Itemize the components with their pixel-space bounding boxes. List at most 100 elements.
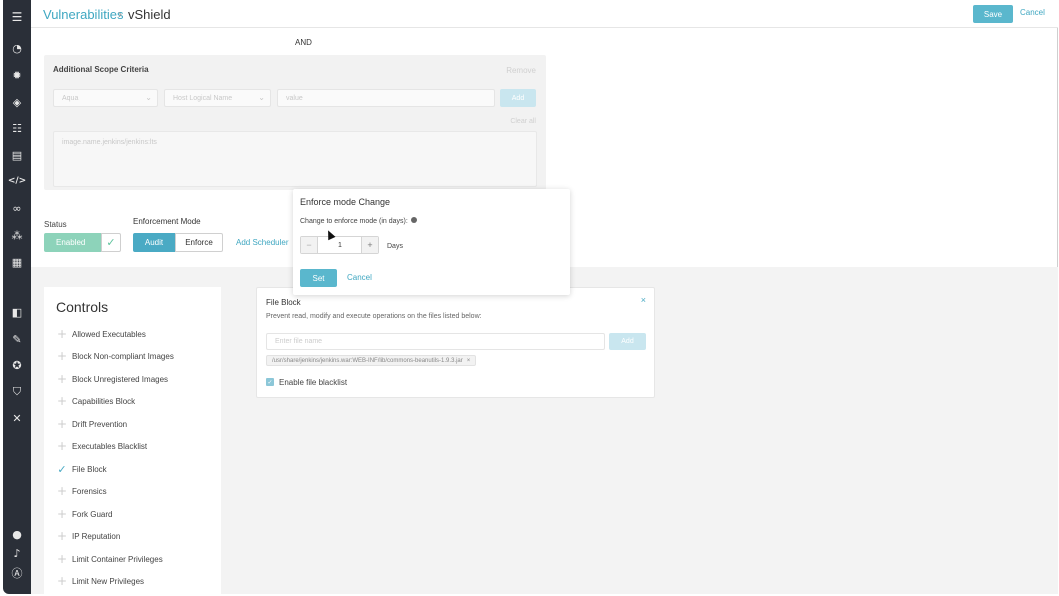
save-button[interactable]: Save — [973, 5, 1013, 23]
control-item[interactable]: + Drift Prevention — [56, 416, 127, 432]
check-icon[interactable]: ✓ — [101, 233, 121, 252]
page-title: vShield — [128, 7, 171, 22]
plus-icon: + — [56, 507, 68, 521]
mode-audit-button[interactable]: Audit — [133, 233, 175, 252]
status-value: Enabled — [44, 233, 101, 252]
control-item[interactable]: + Limit Container Privileges — [56, 551, 163, 567]
bell-icon[interactable]: ♪ — [3, 543, 31, 563]
plus-icon: + — [56, 439, 68, 453]
file-block-title: File Block — [266, 298, 301, 307]
plus-icon: + — [56, 484, 68, 498]
scope-attribute-select[interactable]: Host Logical Name ⌄ — [164, 89, 271, 107]
days-input[interactable]: 1 — [318, 237, 362, 253]
popup-title: Enforce mode Change — [300, 197, 391, 207]
control-item[interactable]: + Limit New Privileges — [56, 573, 144, 589]
link-icon[interactable]: ∞ — [3, 198, 31, 218]
control-label: Allowed Executables — [72, 329, 146, 339]
control-label: Forensics — [72, 486, 107, 496]
mode-enforce-button[interactable]: Enforce — [175, 233, 223, 252]
status-toggle[interactable]: Enabled ✓ — [44, 233, 121, 252]
layers-icon[interactable]: ◈ — [3, 92, 31, 112]
set-button[interactable]: Set — [300, 269, 337, 287]
plus-icon: + — [56, 552, 68, 566]
control-label: Fork Guard — [72, 509, 113, 519]
scope-add-button[interactable]: Add — [500, 89, 536, 107]
sidebar: ☰ ◔ ✹ ◈ ☷ ▤ </> ∞ ⁂ ▦ ◧ ✎ ✪ ⛉ ✕ ● ♪ Ⓐ — [3, 0, 31, 594]
days-label: Days — [387, 243, 403, 250]
scope-attribute-value: Host Logical Name — [173, 95, 233, 102]
file-block-card: File Block × Prevent read, modify and ex… — [256, 287, 655, 398]
and-label: AND — [295, 38, 312, 47]
scope-category-select[interactable]: Aqua ⌄ — [53, 89, 158, 107]
additional-scope-panel: Additional Scope Criteria Remove Aqua ⌄ … — [44, 55, 546, 190]
control-item[interactable]: + Block Unregistered Images — [56, 371, 168, 387]
control-label: File Block — [72, 464, 107, 474]
control-item[interactable]: + Allowed Executables — [56, 326, 146, 342]
enforce-mode-popup: Enforce mode Change Change to enforce mo… — [293, 189, 570, 295]
scope-title: Additional Scope Criteria — [53, 65, 149, 74]
control-label: Executables Blacklist — [72, 441, 148, 451]
storage-icon[interactable]: ▤ — [3, 145, 31, 165]
menu-icon[interactable]: ☰ — [3, 7, 31, 27]
plus-icon: + — [56, 349, 68, 363]
scope-value-input[interactable]: value — [277, 89, 495, 107]
control-item[interactable]: + Fork Guard — [56, 506, 113, 522]
info-icon — [410, 217, 417, 223]
file-tag-label: /usr/share/jenkins/jenkins.war:WEB-INF/l… — [272, 357, 463, 364]
status-label: Status — [44, 220, 67, 229]
check-icon: ✓ — [57, 462, 67, 476]
control-label: Drift Prevention — [72, 419, 128, 429]
add-scheduler-link[interactable]: Add Scheduler — [236, 238, 288, 247]
control-item[interactable]: + Block Non-compliant Images — [56, 348, 174, 364]
tag-remove-icon[interactable]: × — [467, 358, 471, 364]
scope-values-textarea[interactable]: image.name.jenkins/jenkins:lts — [53, 131, 537, 187]
popup-subtitle-text: Change to enforce mode (in days): — [300, 218, 408, 225]
code-icon[interactable]: </> — [3, 171, 31, 191]
dashboard-icon[interactable]: ◔ — [3, 38, 31, 58]
plus-icon: + — [56, 529, 68, 543]
days-stepper: − 1 + — [300, 236, 379, 254]
policies-icon[interactable]: ☷ — [3, 118, 31, 138]
file-name-input[interactable]: Enter file name — [266, 333, 605, 350]
nodes-icon[interactable]: ⁂ — [3, 225, 31, 245]
file-block-description: Prevent read, modify and execute operati… — [266, 313, 482, 320]
help-icon[interactable]: ● — [3, 524, 31, 544]
user-icon[interactable]: Ⓐ — [3, 563, 31, 583]
enable-blacklist-label: Enable file blacklist — [279, 378, 348, 387]
control-item-file-block[interactable]: ✓ File Block — [56, 461, 107, 477]
decrement-button[interactable]: − — [301, 237, 318, 253]
badge-icon[interactable]: ✪ — [3, 355, 31, 375]
control-label: Block Unregistered Images — [72, 374, 169, 384]
control-item[interactable]: + Capabilities Block — [56, 393, 135, 409]
shield-icon[interactable]: ⛉ — [3, 382, 31, 402]
bug-icon[interactable]: ✹ — [3, 65, 31, 85]
control-label: IP Reputation — [72, 531, 121, 541]
popup-subtitle: Change to enforce mode (in days): — [300, 217, 417, 225]
close-icon[interactable]: × — [641, 295, 646, 305]
cancel-button[interactable]: Cancel — [1020, 8, 1045, 17]
wrench-icon[interactable]: ✎ — [3, 329, 31, 349]
controls-title: Controls — [56, 299, 109, 315]
plus-icon: + — [56, 327, 68, 341]
breadcrumb-separator: › — [118, 7, 122, 21]
plus-icon: + — [56, 417, 68, 431]
control-label: Block Non-compliant Images — [72, 351, 174, 361]
calendar-icon[interactable]: ▦ — [3, 252, 31, 272]
plus-icon: + — [56, 394, 68, 408]
control-label: Limit Container Privileges — [72, 554, 163, 564]
controls-panel: Controls + Allowed Executables + Block Non… — [44, 287, 221, 594]
increment-button[interactable]: + — [361, 237, 378, 253]
remove-scope-button[interactable]: Remove — [506, 66, 536, 75]
file-tag: /usr/share/jenkins/jenkins.war:WEB-INF/l… — [266, 355, 477, 366]
control-item[interactable]: + Executables Blacklist — [56, 438, 147, 454]
file-add-button[interactable]: Add — [609, 333, 646, 350]
clear-all-button[interactable]: Clear all — [510, 118, 536, 125]
breadcrumb-vulnerabilities[interactable]: Vulnerabilities — [43, 7, 123, 22]
enable-blacklist-checkbox[interactable]: ✓ — [266, 378, 274, 386]
plus-icon: + — [56, 574, 68, 588]
popup-cancel-button[interactable]: Cancel — [347, 273, 372, 282]
control-item[interactable]: + IP Reputation — [56, 528, 120, 544]
tools-icon[interactable]: ✕ — [3, 408, 31, 428]
tag-icon[interactable]: ◧ — [3, 302, 31, 322]
control-item[interactable]: + Forensics — [56, 483, 107, 499]
